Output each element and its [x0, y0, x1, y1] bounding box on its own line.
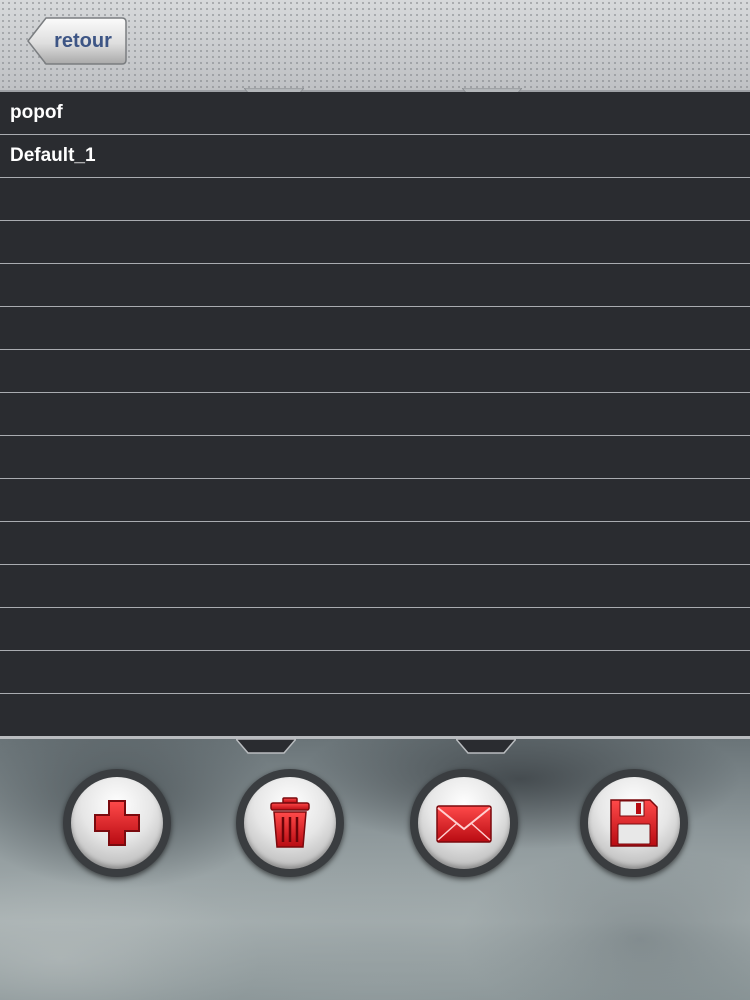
add-button[interactable]: [63, 769, 171, 877]
toolbar-tab-notch-left: [236, 739, 296, 754]
save-button[interactable]: [580, 769, 688, 877]
toolbar-tab-notch-right: [456, 739, 516, 754]
list-item[interactable]: [0, 393, 750, 436]
list-item[interactable]: popof: [0, 92, 750, 135]
trash-icon: [270, 797, 310, 848]
bottom-toolbar: [0, 736, 750, 1000]
list-item[interactable]: [0, 694, 750, 736]
list-item[interactable]: [0, 651, 750, 694]
back-button-label: retour: [54, 30, 112, 52]
list-item[interactable]: [0, 221, 750, 264]
top-bar: retour: [0, 0, 750, 103]
email-button[interactable]: [410, 769, 518, 877]
floppy-disk-icon: [610, 799, 658, 847]
list-item[interactable]: [0, 436, 750, 479]
list-item[interactable]: [0, 350, 750, 393]
list-item[interactable]: [0, 608, 750, 651]
list-item[interactable]: [0, 307, 750, 350]
list-item[interactable]: [0, 522, 750, 565]
list-item[interactable]: [0, 178, 750, 221]
list-item[interactable]: [0, 264, 750, 307]
delete-button[interactable]: [236, 769, 344, 877]
back-button[interactable]: retour: [26, 16, 128, 66]
list-item[interactable]: [0, 565, 750, 608]
plus-icon: [94, 800, 140, 846]
profile-list[interactable]: popof Default_1: [0, 92, 750, 736]
envelope-icon: [436, 805, 492, 843]
list-item[interactable]: [0, 479, 750, 522]
list-item[interactable]: Default_1: [0, 135, 750, 178]
